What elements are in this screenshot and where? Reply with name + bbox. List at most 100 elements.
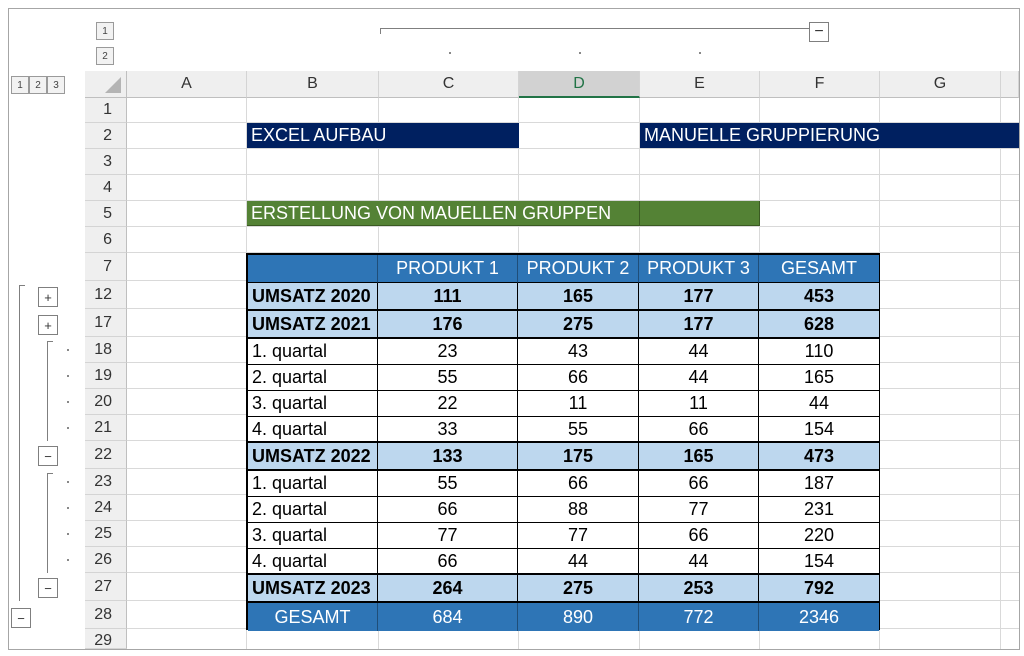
column-header-a[interactable]: A bbox=[127, 71, 247, 98]
table-row-label: UMSATZ 2021 bbox=[248, 311, 378, 339]
column-header-d[interactable]: D bbox=[519, 71, 640, 98]
row-header-20[interactable]: 20 bbox=[85, 389, 127, 415]
table-cell: 453 bbox=[759, 283, 879, 311]
table-cell: 11 bbox=[639, 391, 759, 417]
table-cell: 628 bbox=[759, 311, 879, 339]
table-cell: 275 bbox=[518, 311, 639, 339]
table-row-label: 4. quartal bbox=[248, 417, 378, 443]
table-cell: 176 bbox=[378, 311, 518, 339]
column-group-collapse-button[interactable]: − bbox=[809, 22, 829, 42]
table-cell: 44 bbox=[639, 549, 759, 575]
table-header-cell: PRODUKT 1 bbox=[378, 255, 518, 283]
table-row-label: 1. quartal bbox=[248, 339, 378, 365]
column-outline-dot bbox=[579, 52, 581, 54]
table-cell: 165 bbox=[759, 365, 879, 391]
table-cell: 44 bbox=[759, 391, 879, 417]
row-group-bracket-2023 bbox=[47, 473, 48, 573]
row-header-23[interactable]: 23 bbox=[85, 469, 127, 495]
table-cell: 154 bbox=[759, 549, 879, 575]
table-row-label: 3. quartal bbox=[248, 523, 378, 549]
row-header-17[interactable]: 17 bbox=[85, 309, 127, 337]
row-outline-dot bbox=[67, 507, 69, 509]
row-header-19[interactable]: 19 bbox=[85, 363, 127, 389]
table-cell: 890 bbox=[518, 603, 639, 631]
table-cell: 275 bbox=[518, 575, 639, 603]
row-header-24[interactable]: 24 bbox=[85, 495, 127, 521]
sales-table: PRODUKT 1 PRODUKT 2 PRODUKT 3 GESAMT UMSATZ … bbox=[246, 253, 880, 631]
row-outline-dot bbox=[67, 533, 69, 535]
row-header-27[interactable]: 27 bbox=[85, 573, 127, 601]
row-group-12-expand-button[interactable]: + bbox=[38, 287, 58, 307]
row-header-5[interactable]: 5 bbox=[85, 201, 127, 227]
row-header-25[interactable]: 25 bbox=[85, 521, 127, 547]
column-header-e[interactable]: E bbox=[640, 71, 760, 98]
table-cell: 66 bbox=[518, 365, 639, 391]
column-header-c[interactable]: C bbox=[379, 71, 519, 98]
row-outline-level-2-button[interactable]: 2 bbox=[29, 76, 47, 94]
table-row-label: UMSATZ 2020 bbox=[248, 283, 378, 311]
table-cell: 264 bbox=[378, 575, 518, 603]
erstellung-gruppen-title: ERSTELLUNG VON MAUELLEN GRUPPEN bbox=[247, 201, 760, 226]
table-row-label: UMSATZ 2023 bbox=[248, 575, 378, 603]
table-cell: 187 bbox=[759, 471, 879, 497]
erstellung-divider bbox=[639, 201, 640, 226]
row-header-29[interactable]: 29 bbox=[85, 629, 127, 649]
row-outline-dot bbox=[67, 401, 69, 403]
table-cell: 177 bbox=[639, 311, 759, 339]
row-header-4[interactable]: 4 bbox=[85, 175, 127, 201]
row-group-28-collapse-button[interactable]: − bbox=[11, 608, 31, 628]
gridline bbox=[1000, 98, 1001, 649]
row-group-bracket-top bbox=[19, 285, 25, 286]
table-header-cell: PRODUKT 2 bbox=[518, 255, 639, 283]
table-cell: 77 bbox=[378, 523, 518, 549]
table-header-cell: PRODUKT 3 bbox=[639, 255, 759, 283]
column-outline-dot bbox=[699, 52, 701, 54]
row-group-22-collapse-button[interactable]: − bbox=[38, 446, 58, 466]
column-header-b[interactable]: B bbox=[247, 71, 379, 98]
column-outline-level-1-button[interactable]: 1 bbox=[96, 22, 114, 40]
row-header-2[interactable]: 2 bbox=[85, 123, 127, 149]
gridline bbox=[127, 226, 1019, 227]
row-header-6[interactable]: 6 bbox=[85, 227, 127, 253]
row-header-3[interactable]: 3 bbox=[85, 149, 127, 175]
table-cell: 792 bbox=[759, 575, 879, 603]
column-header-g[interactable]: G bbox=[880, 71, 1001, 98]
row-header-18[interactable]: 18 bbox=[85, 337, 127, 363]
row-outline-dot bbox=[67, 349, 69, 351]
row-header-22[interactable]: 22 bbox=[85, 441, 127, 469]
table-header-cell: GESAMT bbox=[759, 255, 879, 283]
row-header-12[interactable]: 12 bbox=[85, 281, 127, 309]
column-outline-dot bbox=[449, 52, 451, 54]
table-cell: 66 bbox=[518, 471, 639, 497]
column-header-h-partial[interactable] bbox=[1001, 71, 1019, 98]
table-cell: 2346 bbox=[759, 603, 879, 631]
row-group-27-collapse-button[interactable]: − bbox=[38, 578, 58, 598]
row-outline-dot bbox=[67, 427, 69, 429]
table-row-label: GESAMT bbox=[248, 603, 378, 631]
table-cell: 110 bbox=[759, 339, 879, 365]
row-header-28[interactable]: 28 bbox=[85, 601, 127, 629]
row-outline-level-3-button[interactable]: 3 bbox=[47, 76, 65, 94]
table-cell: 684 bbox=[378, 603, 518, 631]
table-cell: 55 bbox=[378, 365, 518, 391]
row-header-21[interactable]: 21 bbox=[85, 415, 127, 441]
row-outline-level-1-button[interactable]: 1 bbox=[11, 76, 29, 94]
table-cell: 772 bbox=[639, 603, 759, 631]
select-all-corner[interactable] bbox=[85, 71, 127, 98]
excel-aufbau-title: EXCEL AUFBAU bbox=[247, 123, 519, 148]
table-row-label: 2. quartal bbox=[248, 497, 378, 523]
table-cell: 231 bbox=[759, 497, 879, 523]
table-cell: 165 bbox=[518, 283, 639, 311]
column-header-f[interactable]: F bbox=[760, 71, 880, 98]
table-cell: 88 bbox=[518, 497, 639, 523]
table-row-label: 1. quartal bbox=[248, 471, 378, 497]
row-header-1[interactable]: 1 bbox=[85, 98, 127, 123]
row-header-26[interactable]: 26 bbox=[85, 547, 127, 573]
row-group-17-expand-button[interactable]: + bbox=[38, 315, 58, 335]
row-header-7[interactable]: 7 bbox=[85, 253, 127, 281]
row-outline-dot bbox=[67, 375, 69, 377]
column-outline-level-2-button[interactable]: 2 bbox=[96, 47, 114, 65]
table-cell: 473 bbox=[759, 443, 879, 471]
table-cell: 220 bbox=[759, 523, 879, 549]
table-cell: 66 bbox=[639, 471, 759, 497]
